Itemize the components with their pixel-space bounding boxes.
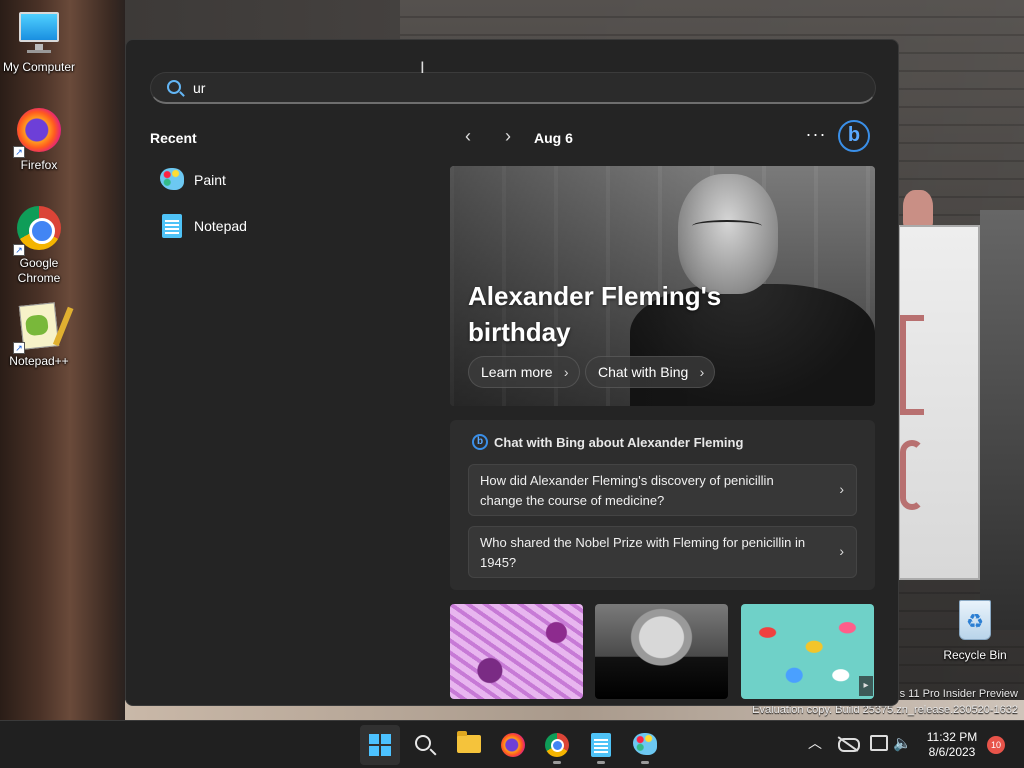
notepad-icon — [160, 214, 184, 238]
chevron-right-icon: › — [839, 481, 844, 497]
bing-question-button[interactable]: How did Alexander Fleming's discovery of… — [468, 464, 857, 516]
paint-icon — [160, 168, 184, 192]
desktop-icon-label: Recycle Bin — [943, 648, 1007, 662]
running-indicator — [597, 761, 605, 764]
notification-badge[interactable]: 10 — [987, 736, 1005, 754]
bing-question-text: How did Alexander Fleming's discovery of… — [480, 473, 774, 508]
previous-day-button[interactable]: ‹ — [458, 126, 478, 150]
taskbar-notepad[interactable] — [581, 725, 621, 765]
taskbar-paint[interactable] — [625, 725, 665, 765]
chevron-right-icon: › — [699, 364, 705, 380]
display-icon[interactable] — [870, 735, 888, 751]
taskbar-file-explorer[interactable] — [449, 725, 489, 765]
desktop-icon-label: Firefox — [20, 158, 58, 172]
show-hidden-icons-button[interactable]: ︿ — [805, 733, 825, 757]
bing-icon[interactable]: b — [838, 120, 870, 152]
related-image-pills[interactable] — [741, 604, 874, 699]
chevron-right-icon: › — [839, 543, 844, 559]
shortcut-arrow-icon: ↗ — [13, 244, 25, 256]
wallpaper-sign-letter — [900, 315, 924, 415]
search-icon — [167, 80, 181, 94]
bing-question-text: Who shared the Nobel Prize with Fleming … — [480, 535, 806, 570]
spotlight-hero-card[interactable]: Alexander Fleming's birthday Learn more … — [450, 166, 875, 406]
recent-item-label: Notepad — [194, 218, 247, 234]
text-cursor-icon: I — [420, 58, 425, 77]
bing-chat-heading: b Chat with Bing about Alexander Fleming — [472, 434, 743, 450]
paint-icon — [633, 733, 657, 755]
folder-icon — [457, 731, 481, 753]
more-options-button[interactable]: ··· — [804, 124, 828, 148]
bing-chat-heading-text: Chat with Bing about Alexander Fleming — [494, 434, 744, 450]
start-search-box[interactable] — [150, 72, 876, 104]
wallpaper-car — [980, 210, 1024, 630]
windows-logo-icon — [369, 734, 391, 756]
taskbar-firefox[interactable] — [493, 725, 533, 765]
recycle-bin-icon — [951, 596, 999, 644]
search-icon — [415, 735, 431, 751]
clock-time: 11:32 PM — [926, 730, 978, 744]
firefox-icon — [501, 733, 525, 757]
wallpaper-hand — [903, 190, 933, 230]
running-indicator — [641, 761, 649, 764]
chat-with-bing-button[interactable]: Chat with Bing › — [585, 356, 716, 388]
clock[interactable]: 11:32 PM 8/6/2023 — [922, 730, 982, 760]
bing-icon: b — [472, 434, 488, 450]
volume-icon[interactable]: 🔈 — [893, 734, 913, 754]
scroll-right-button[interactable]: ▸ — [859, 676, 873, 696]
shortcut-arrow-icon: ↗ — [13, 146, 25, 158]
hero-title: Alexander Fleming's birthday — [468, 281, 722, 347]
wallpaper-sign-letter — [900, 440, 924, 510]
clock-date: 8/6/2023 — [928, 745, 976, 759]
recent-item-paint[interactable]: Paint — [150, 160, 420, 200]
recent-item-notepad[interactable]: Notepad — [150, 206, 420, 246]
taskbar-search-button[interactable] — [405, 725, 445, 765]
taskbar: ︿ 🔈 11:32 PM 8/6/2023 10 — [0, 720, 1024, 768]
related-image-portrait[interactable] — [595, 604, 728, 699]
firefox-icon: ↗ — [13, 106, 63, 158]
chrome-icon: ↗ — [13, 204, 63, 256]
start-button[interactable] — [360, 725, 400, 765]
running-indicator — [553, 761, 561, 764]
recent-item-label: Paint — [194, 172, 226, 188]
next-day-button[interactable]: › — [498, 126, 518, 150]
desktop-icon-my-computer[interactable]: My Computer — [0, 8, 78, 74]
desktop-icon-label: My Computer — [2, 60, 76, 74]
network-disconnected-icon[interactable] — [836, 734, 860, 754]
spotlight-date: Aug 6 — [534, 130, 573, 146]
desktop-icon-firefox[interactable]: ↗ Firefox — [0, 106, 78, 172]
learn-more-button[interactable]: Learn more › — [468, 356, 580, 388]
computer-icon — [15, 8, 63, 56]
recent-heading: Recent — [150, 130, 197, 146]
taskbar-chrome[interactable] — [537, 725, 577, 765]
notepad-plus-plus-icon: ↗ — [13, 302, 63, 354]
chevron-right-icon: › — [563, 364, 569, 380]
learn-more-label: Learn more — [481, 364, 553, 380]
bing-chat-card: b Chat with Bing about Alexander Fleming… — [450, 420, 875, 590]
desktop-icon-notepad-plus-plus[interactable]: ↗ Notepad++ — [0, 302, 78, 368]
start-menu: I Recent Paint Notepad ‹ › Aug 6 ··· b A… — [125, 39, 899, 706]
desktop-icon-recycle-bin[interactable]: Recycle Bin — [936, 596, 1014, 662]
shortcut-arrow-icon: ↗ — [13, 342, 25, 354]
notepad-icon — [591, 733, 611, 757]
search-input[interactable] — [193, 78, 793, 98]
bing-question-button[interactable]: Who shared the Nobel Prize with Fleming … — [468, 526, 857, 578]
desktop-icon-label: Google Chrome — [17, 256, 61, 285]
chrome-icon — [545, 733, 569, 757]
desktop-icon-label: Notepad++ — [9, 354, 69, 368]
desktop-icon-google-chrome[interactable]: ↗ Google Chrome — [0, 204, 78, 286]
chat-with-bing-label: Chat with Bing — [598, 364, 689, 380]
related-image-penicillin-mold[interactable] — [450, 604, 583, 699]
